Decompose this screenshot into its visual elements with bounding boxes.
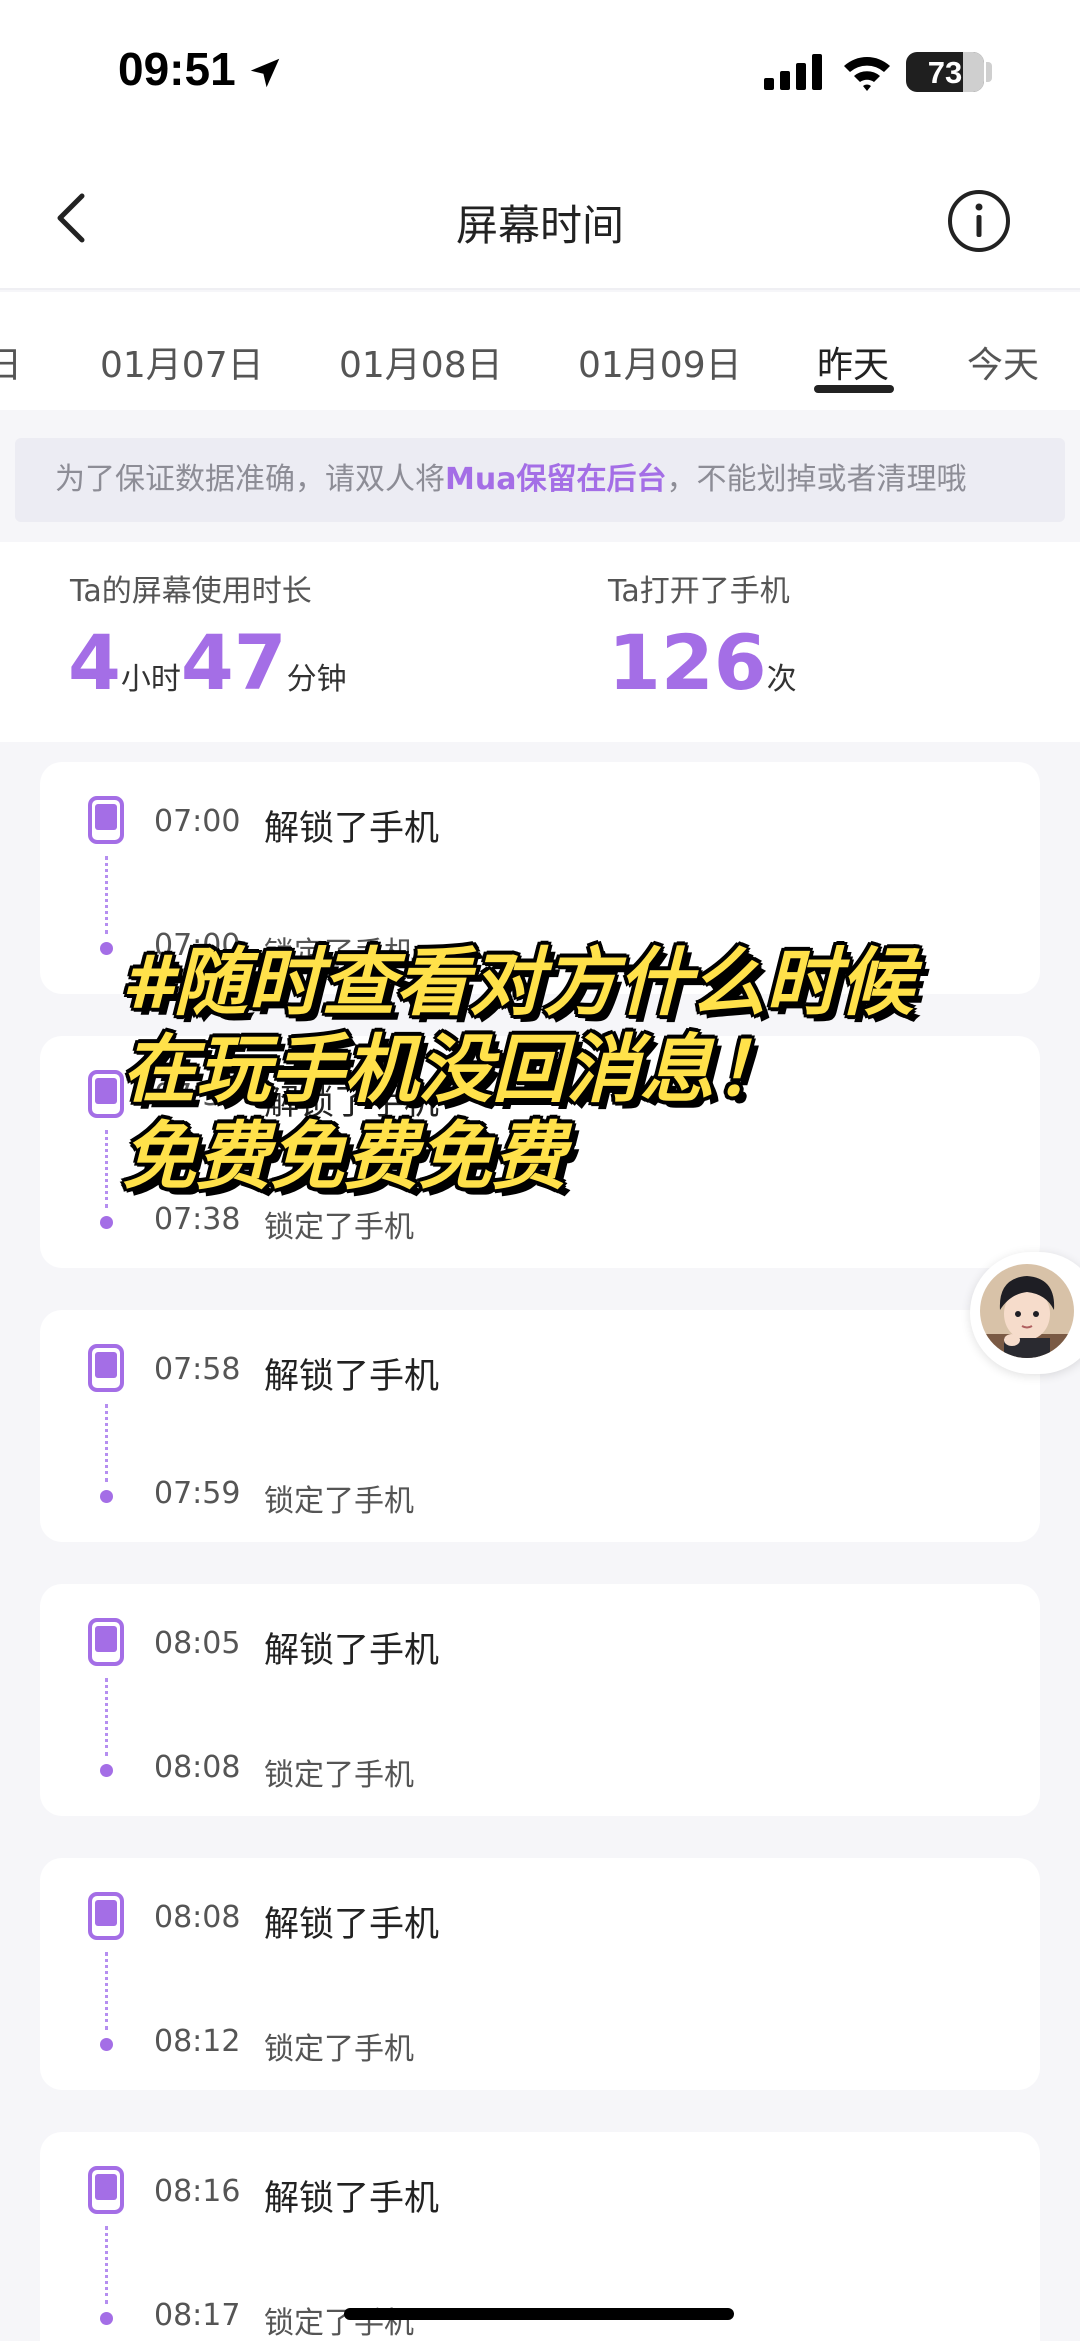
phone-icon [88,1892,124,1940]
timeline-dot [100,1216,113,1229]
lock-label: 锁定了手机 [264,1210,414,1245]
minutes-unit: 分钟 [286,662,347,697]
active-tab-indicator [814,385,894,393]
unlock-label: 解锁了手机 [264,1905,440,1945]
stats-panel: Ta的屏幕使用时长 4小时47分钟 Ta打开了手机 126次 [0,542,1080,742]
wifi-icon [844,57,890,91]
battery-indicator: 73 [906,52,984,92]
unlock-time: 08:08 [154,1900,241,1935]
timeline-connector [105,1130,108,1208]
promo-overlay: #随时查看对方什么时候 在玩手机没回消息！ 免费免费免费 [122,940,1022,1201]
tab-date[interactable]: 01月08日 [339,336,503,388]
event-card: 08:08 解锁了手机 08:12 锁定了手机 [40,1858,1040,2090]
timeline-dot [100,2038,113,2051]
floating-avatar-button[interactable] [970,1252,1080,1374]
phone-icon [88,796,124,844]
timeline-connector [105,1678,108,1756]
timeline-connector [105,2226,108,2304]
timeline-dot [100,1764,113,1777]
usage-minutes: 47 [180,618,287,707]
notice-text: 为了保证数据准确，请双人将 [55,462,445,497]
unlock-time: 08:16 [154,2174,241,2209]
timeline-dot [100,1490,113,1503]
usage-label: Ta的屏幕使用时长 [70,574,312,609]
unlock-label: 解锁了手机 [264,1631,440,1671]
lock-time: 08:08 [154,1750,241,1785]
phone-icon [88,1344,124,1392]
hours-unit: 小时 [120,662,181,697]
signal-icon [764,54,822,90]
lock-time: 08:17 [154,2298,241,2333]
opens-count: 126 [608,618,767,707]
promo-line-1: #随时查看对方什么时候 [122,940,914,1026]
location-arrow-icon [250,58,280,88]
avatar [980,1264,1074,1358]
tab-yesterday[interactable]: 昨天 [817,336,889,388]
tab-date[interactable]: 01月09日 [578,336,742,388]
timeline-connector [105,856,108,934]
phone-icon [88,1618,124,1666]
battery-cap [986,62,992,82]
unlock-label: 解锁了手机 [264,2179,440,2219]
status-bar: 09:51 73 [0,0,1080,150]
unlock-label: 解锁了手机 [264,809,440,849]
tab-date[interactable]: 日 [0,336,22,388]
notice-text-end: ，不能划掉或者清理哦 [666,462,967,497]
notice-banner: 为了保证数据准确，请双人将Mua保留在后台，不能划掉或者清理哦 [15,438,1065,522]
timeline-dot [100,2312,113,2325]
tab-today[interactable]: 今天 [967,336,1039,388]
unlock-time: 07:00 [154,804,241,839]
phone-icon [88,1070,124,1118]
lock-time: 08:12 [154,2024,241,2059]
event-card: 08:05 解锁了手机 08:08 锁定了手机 [40,1584,1040,1816]
unlock-time: 07:58 [154,1352,241,1387]
nav-bar: 屏幕时间 [0,150,1080,290]
promo-line-2: 在玩手机没回消息！ [122,1027,788,1113]
event-card: 07:58 解锁了手机 07:59 锁定了手机 [40,1310,1040,1542]
status-time: 09:51 [118,43,236,95]
timeline-dot [100,942,113,955]
phone-icon [88,2166,124,2214]
promo-line-3: 免费免费免费 [122,1114,566,1200]
lock-label: 锁定了手机 [264,1758,414,1793]
timeline-connector [105,1404,108,1482]
unlock-time: 08:05 [154,1626,241,1661]
opens-label: Ta打开了手机 [608,574,790,609]
lock-label: 锁定了手机 [264,2032,414,2067]
notice-highlight: Mua保留在后台 [445,462,667,497]
lock-time: 07:38 [154,1202,241,1237]
home-indicator [344,2308,734,2320]
timeline-connector [105,1952,108,2030]
lock-label: 锁定了手机 [264,1484,414,1519]
unlock-label: 解锁了手机 [264,1357,440,1397]
tab-date[interactable]: 01月07日 [100,336,264,388]
usage-value: 4小时47分钟 [68,618,347,707]
opens-unit: 次 [766,662,797,697]
date-tabs: 日 01月07日 01月08日 01月09日 昨天 今天 [0,292,1080,410]
lock-time: 07:59 [154,1476,241,1511]
opens-value: 126次 [608,618,797,707]
info-icon[interactable] [946,188,1012,254]
page-title: 屏幕时间 [455,201,624,250]
battery-percent: 73 [927,55,963,90]
usage-hours: 4 [68,618,121,707]
